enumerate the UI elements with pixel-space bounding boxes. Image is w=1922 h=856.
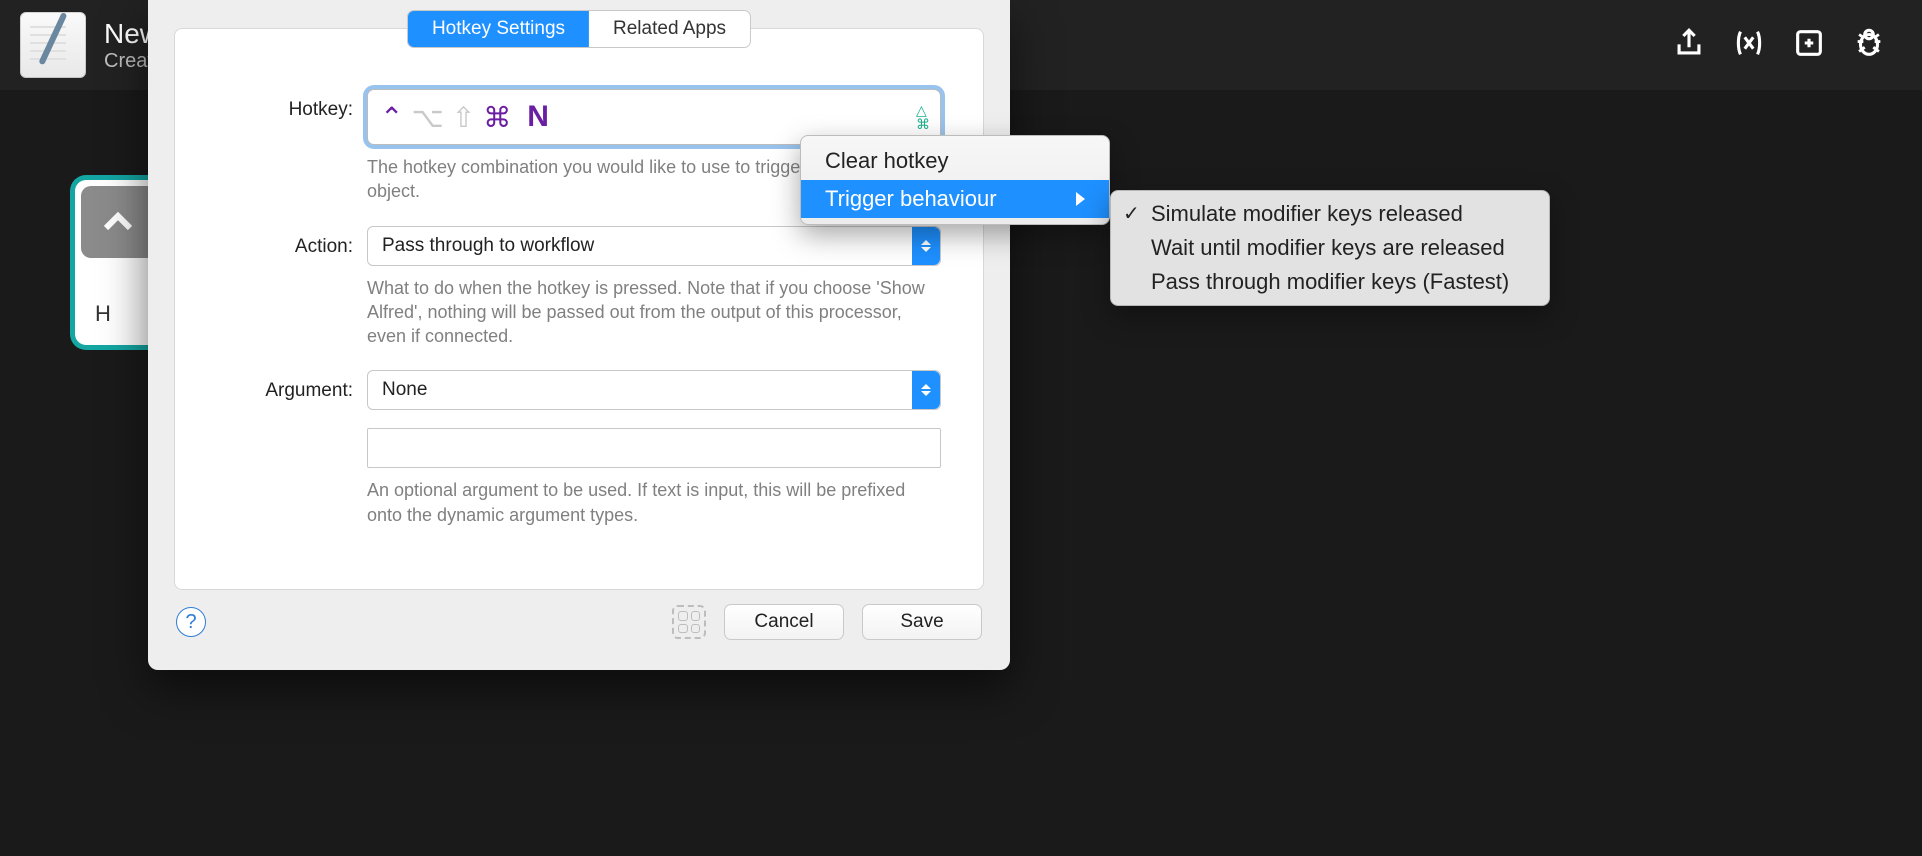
sheet-body: Hotkey Settings Related Apps Hotkey: ⌃ ⌥… — [174, 28, 984, 590]
toolbar-icons — [1672, 26, 1902, 65]
passthrough-indicator-icon[interactable]: △⌘ — [916, 103, 930, 131]
hotkey-label: Hotkey: — [217, 89, 367, 121]
argument-select[interactable]: None — [367, 370, 941, 410]
workflow-hotkey-node[interactable]: H — [70, 175, 155, 350]
trigger-behaviour-submenu: Simulate modifier keys released Wait unt… — [1110, 190, 1550, 306]
option-icon: ⌥ — [411, 101, 443, 134]
action-value: Pass through to workflow — [382, 235, 594, 257]
control-mod-icon — [81, 186, 155, 258]
action-select[interactable]: Pass through to workflow — [367, 226, 941, 266]
menu-item-label: Clear hotkey — [825, 148, 949, 174]
argument-row: Argument: None An optional argument to b… — [217, 370, 941, 527]
node-letter: H — [95, 301, 111, 327]
chevron-updown-icon — [912, 227, 940, 265]
hotkey-settings-sheet: Hotkey Settings Related Apps Hotkey: ⌃ ⌥… — [148, 0, 1010, 670]
argument-help: An optional argument to be used. If text… — [367, 478, 941, 527]
save-button[interactable]: Save — [862, 604, 982, 640]
action-label: Action: — [217, 226, 367, 258]
add-panel-icon[interactable] — [1792, 26, 1826, 65]
help-button[interactable]: ? — [176, 607, 206, 637]
hotkey-key: N — [527, 100, 549, 134]
chevron-updown-icon — [912, 371, 940, 409]
hotkey-context-menu: Clear hotkey Trigger behaviour — [800, 135, 1110, 225]
variable-icon[interactable] — [1732, 26, 1766, 65]
settings-tabs: Hotkey Settings Related Apps — [408, 11, 750, 47]
tab-hotkey-settings[interactable]: Hotkey Settings — [408, 11, 589, 47]
sheet-footer: ? Cancel Save — [148, 590, 1010, 640]
share-icon[interactable] — [1672, 26, 1706, 65]
control-icon: ⌃ — [380, 101, 403, 134]
argument-text-input[interactable] — [367, 428, 941, 468]
submenu-simulate-released[interactable]: Simulate modifier keys released — [1111, 197, 1549, 231]
bug-icon[interactable] — [1852, 26, 1886, 65]
submenu-arrow-icon — [1076, 192, 1085, 206]
action-help: What to do when the hotkey is pressed. N… — [367, 276, 941, 349]
menu-clear-hotkey[interactable]: Clear hotkey — [801, 142, 1109, 180]
action-row: Action: Pass through to workflow What to… — [217, 226, 941, 349]
tab-related-apps[interactable]: Related Apps — [589, 11, 750, 47]
cancel-button[interactable]: Cancel — [724, 604, 844, 640]
hotkey-modifiers: ⌃ ⌥ ⇧ ⌘ N — [380, 100, 549, 134]
app-icon — [20, 12, 86, 78]
submenu-wait-released[interactable]: Wait until modifier keys are released — [1111, 231, 1549, 265]
menu-item-label: Trigger behaviour — [825, 186, 997, 212]
shift-icon: ⇧ — [452, 101, 475, 134]
argument-value: None — [382, 379, 427, 401]
grid-icon[interactable] — [672, 605, 706, 639]
command-icon: ⌘ — [483, 101, 511, 134]
argument-label: Argument: — [217, 370, 367, 402]
menu-trigger-behaviour[interactable]: Trigger behaviour — [801, 180, 1109, 218]
submenu-pass-through[interactable]: Pass through modifier keys (Fastest) — [1111, 265, 1549, 299]
